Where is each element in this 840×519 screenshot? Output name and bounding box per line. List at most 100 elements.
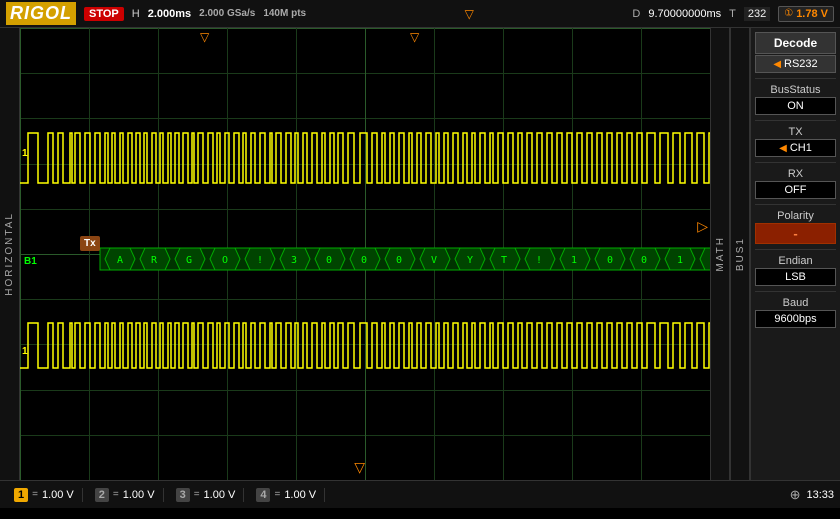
- ch3-info[interactable]: 3 = 1.00 V: [168, 488, 245, 502]
- svg-text:3: 3: [291, 255, 297, 266]
- trig-count: 232: [744, 7, 770, 21]
- ch2-num: 2: [95, 488, 109, 502]
- ch2-volt: 1.00 V: [123, 489, 155, 501]
- rigol-logo: RIGOL: [6, 2, 76, 25]
- svg-text:O: O: [222, 255, 228, 266]
- time-display: 13:33: [806, 489, 834, 501]
- rx-label: RX: [755, 168, 836, 180]
- sample-rate: 2.000 GSa/s: [199, 8, 255, 19]
- ch1-volt: 1.00 V: [42, 489, 74, 501]
- decode-labels: A R G O ! 3 0 0 0 V Y: [105, 248, 710, 270]
- tx-value[interactable]: ◀ CH1: [755, 139, 836, 157]
- tx-sidebar-label: TX: [755, 126, 836, 138]
- scope-bottom-arrow: ▽: [354, 459, 365, 476]
- endian-value[interactable]: LSB: [755, 268, 836, 286]
- svg-text:T: T: [501, 255, 507, 266]
- ch4-num: 4: [256, 488, 270, 502]
- svg-text:G: G: [186, 255, 192, 266]
- sidebar-divider-1: [755, 78, 836, 79]
- svg-text:!: !: [257, 255, 263, 266]
- sidebar-divider-3: [755, 162, 836, 163]
- h-label: H: [132, 8, 140, 20]
- svg-text:0: 0: [361, 255, 367, 266]
- decode-value[interactable]: ◀ RS232: [755, 55, 836, 73]
- sidebar-tx-item: TX ◀ CH1: [755, 126, 836, 157]
- ch2-marker: 1: [22, 346, 28, 357]
- t-label: T: [729, 8, 736, 20]
- ch4-info[interactable]: 4 = 1.00 V: [248, 488, 325, 502]
- svg-text:1: 1: [571, 255, 577, 266]
- waveform-svg: A R G O ! 3 0 0 0 V Y: [20, 28, 710, 480]
- decode-left-arrow: ◀: [773, 59, 781, 70]
- ch3-coupling: =: [194, 489, 200, 500]
- trig-level-icon: ①: [784, 8, 793, 19]
- main-area: HORIZONTAL: [0, 28, 840, 480]
- trigger-center-icon: ▽: [465, 7, 474, 21]
- sidebar-divider-4: [755, 204, 836, 205]
- right-sidebar: Decode ◀ RS232 BusStatus ON TX ◀ CH1 RX: [750, 28, 840, 480]
- baud-label: Baud: [755, 297, 836, 309]
- svg-text:0: 0: [641, 255, 647, 266]
- bottom-right: ⊕ 13:33: [790, 487, 834, 503]
- endian-label: Endian: [755, 255, 836, 267]
- horizontal-text: HORIZONTAL: [4, 212, 15, 296]
- svg-text:R: R: [151, 255, 158, 266]
- rx-value-text: OFF: [785, 184, 807, 196]
- polarity-value[interactable]: -: [755, 223, 836, 244]
- ch1-marker: 1: [22, 148, 28, 159]
- sidebar-busstatus-item: BusStatus ON: [755, 84, 836, 115]
- sidebar-baud-item: Baud 9600bps: [755, 297, 836, 328]
- usb-icon: ⊕: [790, 487, 801, 503]
- baud-value-text: 9600bps: [774, 313, 816, 325]
- busstatus-value-text: ON: [787, 100, 804, 112]
- rx-value[interactable]: OFF: [755, 181, 836, 199]
- ch1-waveform: [20, 133, 710, 183]
- bus1-text: BUS1: [735, 237, 746, 271]
- svg-text:A: A: [117, 255, 123, 266]
- trig-voltage: 1.78 V: [796, 8, 828, 20]
- scope-right-arrow: ▷: [697, 218, 708, 235]
- memory-depth: 140M pts: [263, 8, 306, 19]
- ch2-coupling: =: [113, 489, 119, 500]
- ch3-num: 3: [176, 488, 190, 502]
- horizontal-label: HORIZONTAL: [0, 28, 20, 480]
- top-center-area: ▽: [314, 7, 624, 21]
- math-label: MATH: [710, 28, 730, 480]
- bus-indicator: B1: [24, 256, 37, 267]
- top-bar: RIGOL STOP H 2.000ms 2.000 GSa/s 140M pt…: [0, 0, 840, 28]
- baud-value[interactable]: 9600bps: [755, 310, 836, 328]
- polarity-label: Polarity: [755, 210, 836, 222]
- ch2-info[interactable]: 2 = 1.00 V: [87, 488, 164, 502]
- svg-text:1: 1: [677, 255, 683, 266]
- stop-badge[interactable]: STOP: [84, 7, 124, 21]
- svg-text:0: 0: [396, 255, 402, 266]
- d-label: D: [632, 8, 640, 20]
- endian-value-text: LSB: [785, 271, 806, 283]
- sidebar-rx-item: RX OFF: [755, 168, 836, 199]
- ch2-waveform: [20, 323, 710, 368]
- tx-left-arrow: ◀: [779, 143, 787, 154]
- decode-label[interactable]: Decode: [755, 32, 836, 54]
- ch1-info[interactable]: 1 = 1.00 V: [6, 488, 83, 502]
- busstatus-value[interactable]: ON: [755, 97, 836, 115]
- decode-value-text: RS232: [784, 58, 818, 70]
- bottom-bar: 1 = 1.00 V 2 = 1.00 V 3 = 1.00 V 4 = 1.0…: [0, 480, 840, 508]
- ch1-num: 1: [14, 488, 28, 502]
- sidebar-decode-item: Decode ◀ RS232: [755, 32, 836, 73]
- math-text: MATH: [715, 236, 726, 272]
- sidebar-divider-5: [755, 249, 836, 250]
- sidebar-endian-item: Endian LSB: [755, 255, 836, 286]
- svg-text:0: 0: [326, 255, 332, 266]
- tx-value-text: CH1: [790, 142, 812, 154]
- svg-text:V: V: [431, 255, 437, 266]
- sidebar-divider-6: [755, 291, 836, 292]
- ch3-volt: 1.00 V: [204, 489, 236, 501]
- sidebar-polarity-item: Polarity -: [755, 210, 836, 244]
- ch1-coupling: =: [32, 489, 38, 500]
- scope-display[interactable]: A R G O ! 3 0 0 0 V Y: [20, 28, 710, 480]
- ch4-volt: 1.00 V: [284, 489, 316, 501]
- trig-level-badge: ① 1.78 V: [778, 6, 834, 22]
- busstatus-label: BusStatus: [755, 84, 836, 96]
- ch4-coupling: =: [274, 489, 280, 500]
- tx-label: Tx: [80, 236, 100, 251]
